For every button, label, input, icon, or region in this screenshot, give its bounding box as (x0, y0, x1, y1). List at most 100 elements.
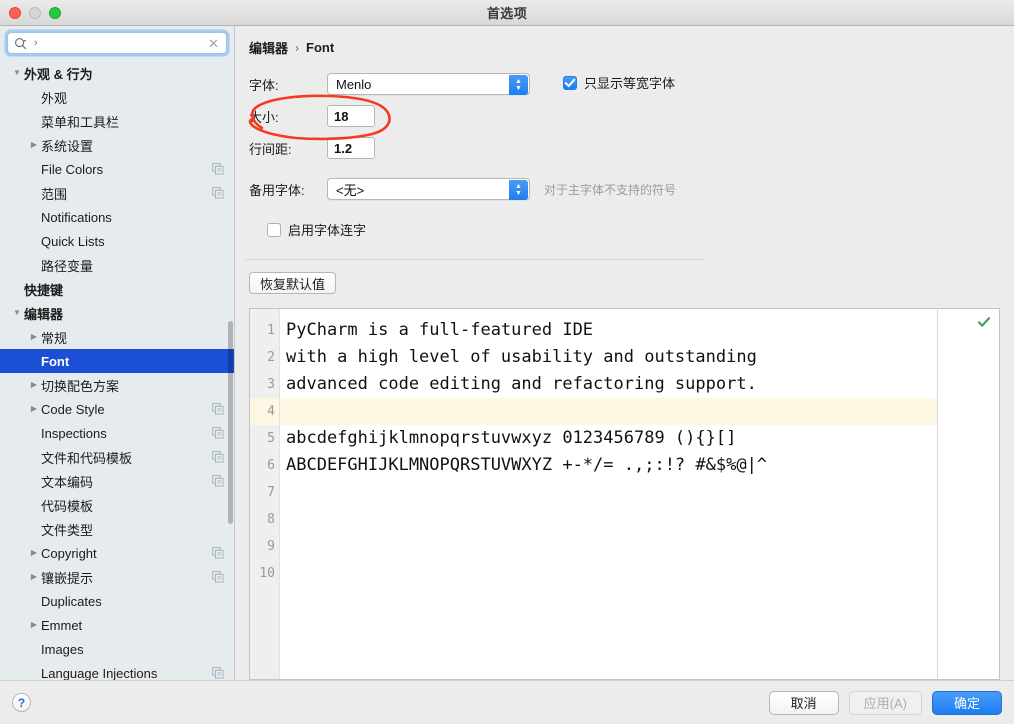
sidebar-item-label: File Colors (41, 161, 104, 177)
sidebar-item-[interactable]: ▶ 系统设置 (0, 133, 234, 157)
settings-tree[interactable]: ▼ 外观 & 行为 外观菜单和工具栏 ▶ 系统设置 File Colors 范围 Notifi… (0, 60, 234, 680)
monospace-only-label: 只显示等宽字体 (584, 76, 676, 91)
chevron-right-icon[interactable]: ▶ (27, 573, 41, 581)
sidebar-item-label: Emmet (41, 617, 83, 633)
font-settings-form: 字体: Menlo ▲ ▼ 只显示等宽字体 大小: 18 行间距: 1.2 备用… (235, 57, 1014, 249)
sidebar-scrollbar[interactable] (228, 62, 233, 678)
breadcrumb-separator-icon: › (295, 40, 300, 55)
font-size-input[interactable]: 18 (327, 105, 375, 127)
chevron-right-icon[interactable]: ▶ (27, 405, 41, 413)
sidebar-item-label: Font (41, 353, 70, 369)
line-number: 7 (267, 485, 275, 500)
help-button[interactable]: ? (12, 693, 31, 712)
chevron-down-icon[interactable]: ▼ (10, 69, 24, 77)
green-check-icon (977, 315, 991, 332)
fallback-font-stepper-icon[interactable]: ▲ ▼ (509, 180, 528, 200)
copy-settings-icon[interactable] (212, 187, 224, 199)
search-icon[interactable] (14, 37, 27, 50)
sidebar-scrollbar-thumb[interactable] (228, 320, 233, 524)
sidebar-item-[interactable]: 路径变量 (0, 253, 234, 277)
sidebar-item-images[interactable]: Images (0, 637, 234, 661)
font-family-label: 字体: (249, 77, 279, 93)
sidebar-item-[interactable]: 文件类型 (0, 517, 234, 541)
editor-code-area[interactable]: PyCharm is a full-featured IDE with a hig… (280, 309, 999, 679)
sidebar-item-[interactable]: ▶ 切换配色方案 (0, 373, 234, 397)
copy-settings-icon[interactable] (212, 451, 224, 463)
restore-defaults-row: 恢复默认值 (235, 272, 1014, 294)
font-family-combo[interactable]: Menlo ▲ ▼ (327, 73, 530, 95)
font-preview-editor[interactable]: 1 2 3 4 5 6 7 8 9 10 PyCharm is a full-featured I… (249, 308, 1000, 680)
copy-settings-icon[interactable] (212, 163, 224, 175)
fallback-font-combo[interactable]: <无> ▲ ▼ (327, 178, 530, 200)
minimize-window-button[interactable] (29, 7, 41, 19)
chevron-right-icon[interactable]: ▶ (27, 381, 41, 389)
copy-settings-icon[interactable] (212, 667, 224, 679)
monospace-only-checkbox-row[interactable]: 只显示等宽字体 (563, 73, 675, 92)
search-field[interactable]: › ✕ (7, 32, 227, 54)
monospace-only-checkbox[interactable] (563, 75, 577, 90)
zoom-window-button[interactable] (49, 7, 61, 19)
sidebar-item-copyright[interactable]: ▶ Copyright (0, 541, 234, 565)
line-number: 3 (267, 377, 275, 392)
font-family-stepper-icon[interactable]: ▲ ▼ (509, 75, 528, 95)
sidebar-item-[interactable]: 文件和代码模板 (0, 445, 234, 469)
ok-button[interactable]: 确定 (932, 690, 1002, 715)
restore-defaults-button[interactable]: 恢复默认值 (249, 272, 337, 294)
sidebar-item-file-colors[interactable]: File Colors (0, 157, 234, 181)
copy-settings-icon[interactable] (212, 403, 224, 415)
sidebar-item-emmet[interactable]: ▶ Emmet (0, 613, 234, 637)
sidebar-item-inspections[interactable]: Inspections (0, 421, 234, 445)
ligatures-checkbox[interactable] (267, 222, 281, 237)
editor-right-rail (937, 309, 999, 679)
cancel-button[interactable]: 取消 (768, 690, 839, 715)
copy-settings-icon[interactable] (212, 571, 224, 583)
sidebar-item-[interactable]: ▼ 编辑器 (0, 301, 234, 325)
copy-settings-icon[interactable] (212, 427, 224, 439)
sidebar-item-notifications[interactable]: Notifications (0, 205, 234, 229)
font-family-row: 字体: Menlo ▲ ▼ 只显示等宽字体 (249, 73, 1014, 95)
sidebar-item-code-style[interactable]: ▶ Code Style (0, 397, 234, 421)
sidebar-item-[interactable]: ▼ 外观 & 行为 (0, 61, 234, 85)
line-height-row: 行间距: 1.2 (249, 137, 1014, 159)
sidebar-item-[interactable]: 代码模板 (0, 493, 234, 517)
breadcrumb-parent[interactable]: 编辑器 (249, 38, 288, 57)
chevron-right-icon[interactable]: ▶ (27, 333, 41, 341)
sidebar-item-[interactable]: ▶ 常规 (0, 325, 234, 349)
sidebar-item-[interactable]: ▶ 镶嵌提示 (0, 565, 234, 589)
line-height-input[interactable]: 1.2 (327, 137, 375, 159)
window-title: 首选项 (486, 6, 528, 21)
sidebar-item-label: Copyright (41, 545, 97, 561)
copy-settings-icon[interactable] (212, 475, 224, 487)
sidebar-item-language-injections[interactable]: Language Injections (0, 661, 234, 680)
sidebar-item-font[interactable]: Font (0, 349, 234, 373)
chevron-down-icon: ▼ (515, 85, 522, 92)
sidebar-item-[interactable]: 外观 (0, 85, 234, 109)
chevron-right-icon[interactable]: ▶ (27, 621, 41, 629)
line-number: 9 (267, 539, 275, 554)
chevron-right-icon[interactable]: ▶ (27, 141, 41, 149)
sidebar-item-quick-lists[interactable]: Quick Lists (0, 229, 234, 253)
sidebar-item-[interactable]: 文本编码 (0, 469, 234, 493)
chevron-down-icon[interactable]: ▼ (10, 309, 24, 317)
chevron-up-icon: ▲ (515, 183, 522, 190)
sidebar-item-label: Code Style (41, 401, 105, 417)
breadcrumb-current: Font (306, 40, 335, 55)
sidebar-item-label: 菜单和工具栏 (41, 114, 120, 130)
sidebar-item-duplicates[interactable]: Duplicates (0, 589, 234, 613)
search-container: › ✕ (0, 26, 234, 60)
preview-code-line (280, 533, 999, 560)
sidebar-item-[interactable]: 快捷键 (0, 277, 234, 301)
search-input[interactable] (37, 36, 208, 50)
font-family-value: Menlo (336, 76, 372, 92)
search-clear-icon[interactable]: ✕ (207, 37, 220, 50)
sidebar-item-label: 文本编码 (41, 474, 94, 490)
chevron-right-icon[interactable]: ▶ (27, 549, 41, 557)
copy-settings-icon[interactable] (212, 547, 224, 559)
sidebar-item-[interactable]: 范围 (0, 181, 234, 205)
line-number: 2 (267, 350, 275, 365)
close-window-button[interactable] (9, 7, 21, 19)
sidebar-item-label: Language Injections (41, 665, 158, 681)
sidebar-item-[interactable]: 菜单和工具栏 (0, 109, 234, 133)
line-number: 10 (259, 566, 275, 581)
ligatures-checkbox-row[interactable]: 启用字体连字 (267, 220, 366, 239)
